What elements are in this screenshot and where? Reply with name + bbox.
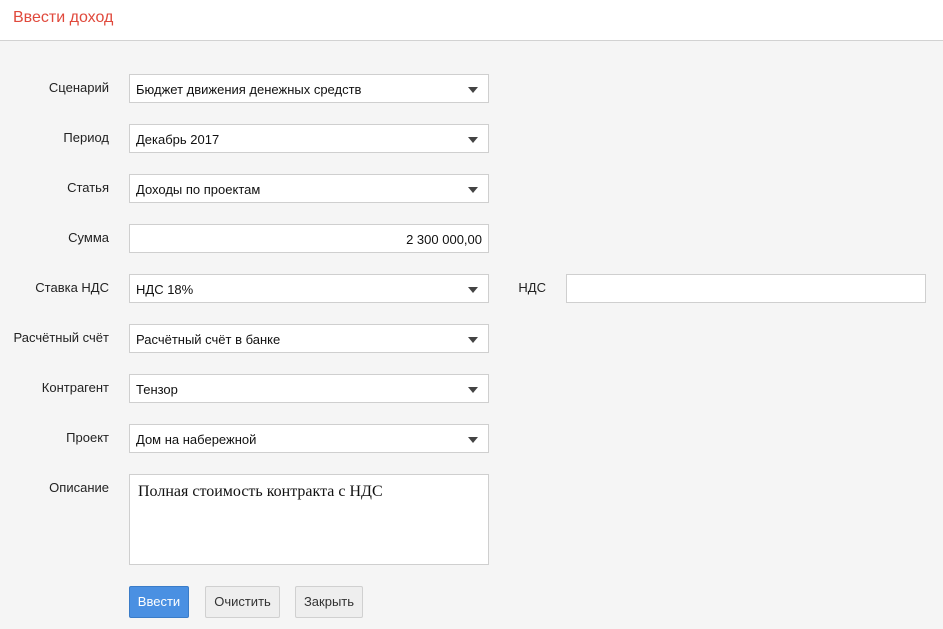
chevron-down-icon [468, 137, 478, 143]
project-select[interactable]: Дом на набережной [129, 424, 489, 453]
amount-input[interactable]: 2 300 000,00 [129, 224, 489, 253]
chevron-down-icon [468, 437, 478, 443]
chevron-down-icon [468, 337, 478, 343]
description-label: Описание [49, 480, 109, 495]
chevron-down-icon [468, 187, 478, 193]
article-label: Статья [67, 180, 109, 195]
vat-label: НДС [518, 280, 546, 295]
close-button[interactable]: Закрыть [295, 586, 363, 618]
scenario-select[interactable]: Бюджет движения денежных средств [129, 74, 489, 103]
scenario-value: Бюджет движения денежных средств [136, 82, 362, 97]
article-select[interactable]: Доходы по проектам [129, 174, 489, 203]
counterparty-value: Тензор [136, 382, 178, 397]
description-value: Полная стоимость контракта с НДС [138, 483, 383, 500]
period-select[interactable]: Декабрь 2017 [129, 124, 489, 153]
article-value: Доходы по проектам [136, 182, 261, 197]
page-title: Ввести доход [13, 9, 114, 26]
counterparty-label: Контрагент [41, 380, 109, 395]
vat-rate-value: НДС 18% [136, 282, 194, 297]
period-value: Декабрь 2017 [136, 132, 220, 147]
submit-button[interactable]: Ввести [129, 586, 189, 618]
account-select[interactable]: Расчётный счёт в банке [129, 324, 489, 353]
counterparty-select[interactable]: Тензор [129, 374, 489, 403]
scenario-label: Сценарий [48, 80, 109, 95]
account-label: Расчётный счёт [13, 330, 110, 345]
amount-value: 2 300 000,00 [406, 232, 482, 247]
amount-label: Сумма [68, 230, 109, 245]
vat-rate-select[interactable]: НДС 18% [129, 274, 489, 303]
period-label: Период [63, 130, 109, 145]
description-textarea[interactable]: Полная стоимость контракта с НДС [129, 474, 489, 565]
account-value: Расчётный счёт в банке [136, 332, 281, 347]
page-header: Ввести доход [0, 0, 943, 41]
chevron-down-icon [468, 87, 478, 93]
vat-rate-label: Ставка НДС [35, 280, 109, 295]
vat-input[interactable] [566, 274, 926, 303]
chevron-down-icon [468, 387, 478, 393]
project-value: Дом на набережной [136, 432, 257, 447]
clear-button[interactable]: Очистить [205, 586, 280, 618]
project-label: Проект [66, 430, 109, 445]
